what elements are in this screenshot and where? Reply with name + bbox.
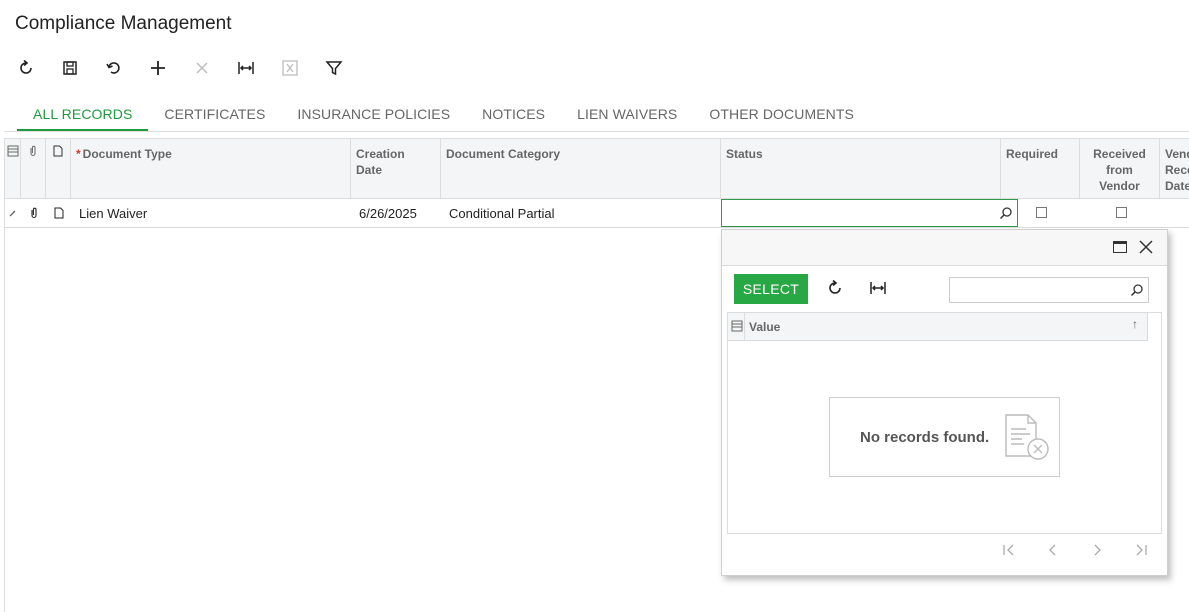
attachment-column-header[interactable] xyxy=(21,139,46,199)
header-creation-date[interactable]: Creation Date xyxy=(351,139,441,199)
previous-page-icon[interactable] xyxy=(1045,542,1061,558)
header-received-line3: Vendor xyxy=(1099,179,1140,193)
select-button[interactable]: SELECT xyxy=(734,274,808,304)
header-status-label: Status xyxy=(726,147,763,161)
header-vendor-line3: Date xyxy=(1165,179,1189,193)
lookup-grid-header: Value ↑ xyxy=(728,313,1148,341)
empty-message: No records found. xyxy=(860,429,990,446)
page-title: Compliance Management xyxy=(15,13,232,34)
tab-insurance-policies[interactable]: INSURANCE POLICIES xyxy=(281,98,466,132)
status-selector[interactable] xyxy=(721,199,1018,227)
cell-document-category[interactable]: Conditional Partial xyxy=(441,199,721,227)
search-icon[interactable] xyxy=(1130,283,1144,297)
fit-width-icon xyxy=(238,62,254,74)
cell-document-type[interactable]: Lien Waiver xyxy=(71,199,351,227)
undo-button[interactable] xyxy=(102,56,126,80)
header-separator xyxy=(744,313,745,341)
tabs-divider xyxy=(4,131,1189,132)
last-page-icon[interactable] xyxy=(1133,542,1149,558)
filter-icon xyxy=(325,61,343,76)
header-required[interactable]: Required xyxy=(1001,139,1080,199)
header-document-category-label: Document Category xyxy=(446,147,561,161)
add-button[interactable] xyxy=(146,56,170,80)
lookup-search-input[interactable] xyxy=(950,278,1125,302)
document-icon xyxy=(54,207,63,219)
row-note[interactable] xyxy=(46,199,71,227)
header-document-type-label: Document Type xyxy=(82,147,172,161)
no-records-document-icon xyxy=(1005,414,1049,460)
required-checkbox[interactable] xyxy=(1036,207,1047,218)
header-creation-date-line2: Date xyxy=(356,163,383,177)
document-icon xyxy=(53,145,63,157)
tab-certificates[interactable]: CERTIFICATES xyxy=(148,98,281,132)
header-creation-date-line1: Creation xyxy=(356,147,405,161)
header-status[interactable]: Status xyxy=(721,139,1001,199)
header-received-line1: Received xyxy=(1093,147,1146,161)
header-vendor-line1: Vend xyxy=(1165,147,1189,161)
tab-bar: ALL RECORDS CERTIFICATES INSURANCE POLIC… xyxy=(17,98,870,132)
row-attachment[interactable] xyxy=(21,199,46,227)
header-vendor-line2: Rece xyxy=(1165,163,1189,177)
next-page-icon[interactable] xyxy=(1089,542,1105,558)
empty-state: No records found. xyxy=(829,397,1060,477)
tab-lien-waivers[interactable]: LIEN WAIVERS xyxy=(561,98,693,132)
header-document-category[interactable]: Document Category xyxy=(441,139,721,199)
lookup-header xyxy=(722,230,1167,266)
header-required-label: Required xyxy=(1006,147,1059,161)
header-received-from-vendor[interactable]: Received from Vendor xyxy=(1080,139,1160,199)
refresh-button[interactable] xyxy=(14,56,38,80)
column-settings-icon[interactable] xyxy=(731,320,743,332)
received-from-vendor-checkbox[interactable] xyxy=(1116,207,1127,218)
filter-button[interactable] xyxy=(322,56,346,80)
first-page-icon[interactable] xyxy=(1001,542,1017,558)
save-icon xyxy=(63,61,77,75)
tab-all-records[interactable]: ALL RECORDS xyxy=(17,98,149,132)
paperclip-icon xyxy=(30,145,36,156)
paperclip-icon xyxy=(30,207,37,219)
delete-button[interactable] xyxy=(190,56,214,80)
excel-icon xyxy=(282,60,298,76)
lookup-grid: Value ↑ No records found. xyxy=(727,312,1162,534)
grid-header: * Document Type Creation Date Document Cat… xyxy=(5,138,1189,199)
save-button[interactable] xyxy=(58,56,82,80)
fit-width-icon[interactable] xyxy=(869,279,887,297)
required-marker: * xyxy=(76,147,81,161)
status-input[interactable] xyxy=(722,200,982,226)
close-icon xyxy=(196,62,208,74)
tab-other-documents[interactable]: OTHER DOCUMENTS xyxy=(693,98,870,132)
undo-icon xyxy=(106,62,120,74)
export-button[interactable] xyxy=(278,56,302,80)
pencil-icon xyxy=(9,210,16,217)
note-column-header[interactable] xyxy=(46,139,71,199)
column-settings-header[interactable] xyxy=(5,139,21,199)
fit-to-screen-button[interactable] xyxy=(234,56,258,80)
cell-creation-date[interactable]: 6/26/2025 xyxy=(351,199,441,227)
tab-notices[interactable]: NOTICES xyxy=(466,98,561,132)
header-document-type[interactable]: * Document Type xyxy=(71,139,351,199)
header-vendor-received-date[interactable]: Vend Rece Date xyxy=(1160,139,1189,199)
sort-ascending-icon[interactable]: ↑ xyxy=(1132,317,1138,331)
header-received-line2: from xyxy=(1106,163,1133,177)
header-value[interactable]: Value xyxy=(749,320,780,334)
toolbar xyxy=(14,56,366,80)
search-icon[interactable] xyxy=(999,206,1013,220)
row-edit-indicator xyxy=(5,199,21,227)
refresh-icon[interactable] xyxy=(826,279,844,297)
close-icon[interactable] xyxy=(1139,240,1153,254)
refresh-icon xyxy=(20,59,32,74)
maximize-icon[interactable] xyxy=(1113,241,1127,253)
lookup-search-box[interactable] xyxy=(949,277,1149,303)
status-lookup-panel: SELECT Value ↑ No records found. xyxy=(721,229,1168,576)
plus-icon xyxy=(151,61,165,75)
column-settings-icon xyxy=(7,145,18,157)
